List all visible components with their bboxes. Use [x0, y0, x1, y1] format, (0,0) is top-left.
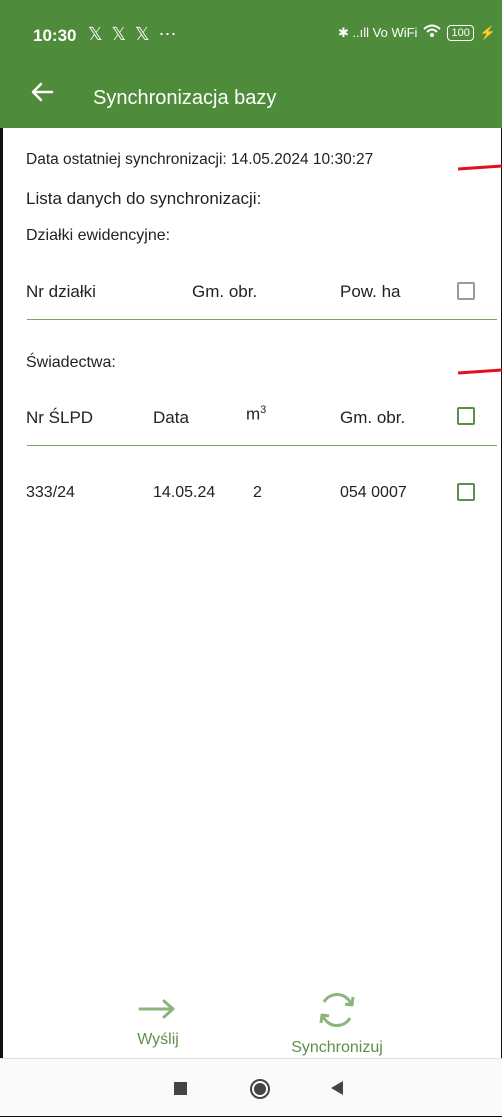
cell-gm-obr: 054 0007 — [340, 484, 407, 501]
col-header-date: Data — [153, 408, 189, 427]
back-triangle-icon[interactable] — [330, 1080, 344, 1101]
plots-select-all-checkbox[interactable] — [457, 282, 475, 300]
plots-section-label: Działki ewidencyjne: — [26, 227, 171, 244]
col-header-plot-nr: Nr działki — [26, 282, 96, 301]
app-bar: Synchronizacja bazy — [0, 70, 502, 128]
col-header-gm-obr: Gm. obr. — [340, 408, 406, 427]
battery-icon: 100 — [447, 24, 474, 41]
volume-superscript: 3 — [260, 404, 267, 416]
signal-wifi-icons: ✱ ..ıll Vo WiFi — [337, 24, 418, 40]
recent-apps-icon[interactable] — [174, 1082, 187, 1095]
row-checkbox[interactable] — [457, 483, 475, 501]
cell-volume: 2 — [253, 484, 262, 501]
sync-label: Synchronizuj — [291, 1039, 383, 1056]
home-icon[interactable] — [249, 1078, 271, 1105]
last-sync-text: Data ostatniej synchronizacji: 14.05.202… — [26, 151, 374, 168]
col-header-gm-obr: Gm. obr. — [192, 282, 258, 301]
notification-icons: 𝕏 𝕏 𝕏 ⋯ — [88, 24, 179, 44]
system-status-icons: ✱ ..ıll Vo WiFi 100 ⚡ — [338, 24, 496, 41]
list-heading: Lista danych do synchronizacji: — [26, 189, 262, 208]
col-header-area: Pow. ha — [340, 282, 401, 301]
volume-unit: m — [246, 404, 261, 424]
col-header-cert-nr: Nr ŚLPD — [26, 408, 94, 427]
back-arrow-icon[interactable] — [30, 80, 54, 110]
charging-icon: ⚡ — [479, 24, 496, 40]
status-time: 10:30 — [33, 26, 77, 45]
system-nav-bar — [0, 1058, 502, 1116]
cell-cert-nr: 333/24 — [26, 484, 75, 501]
divider — [27, 319, 497, 320]
send-label: Wyślij — [137, 1031, 179, 1048]
cell-date: 14.05.24 — [153, 484, 216, 501]
sync-button[interactable]: Synchronizuj — [282, 988, 392, 1057]
certificates-select-all-checkbox[interactable] — [457, 407, 475, 425]
col-header-volume: m3 — [246, 404, 266, 425]
send-button[interactable]: Wyślij — [108, 998, 208, 1049]
sync-icon — [315, 992, 359, 1036]
arrow-right-icon — [138, 999, 178, 1024]
certificates-section-label: Świadectwa: — [26, 354, 116, 371]
page-title: Synchronizacja bazy — [93, 87, 277, 109]
wifi-icon — [423, 24, 442, 41]
status-bar: 10:30 𝕏 𝕏 𝕏 ⋯ ✱ ..ıll Vo WiFi 100 ⚡ — [0, 0, 502, 70]
divider — [27, 445, 497, 446]
